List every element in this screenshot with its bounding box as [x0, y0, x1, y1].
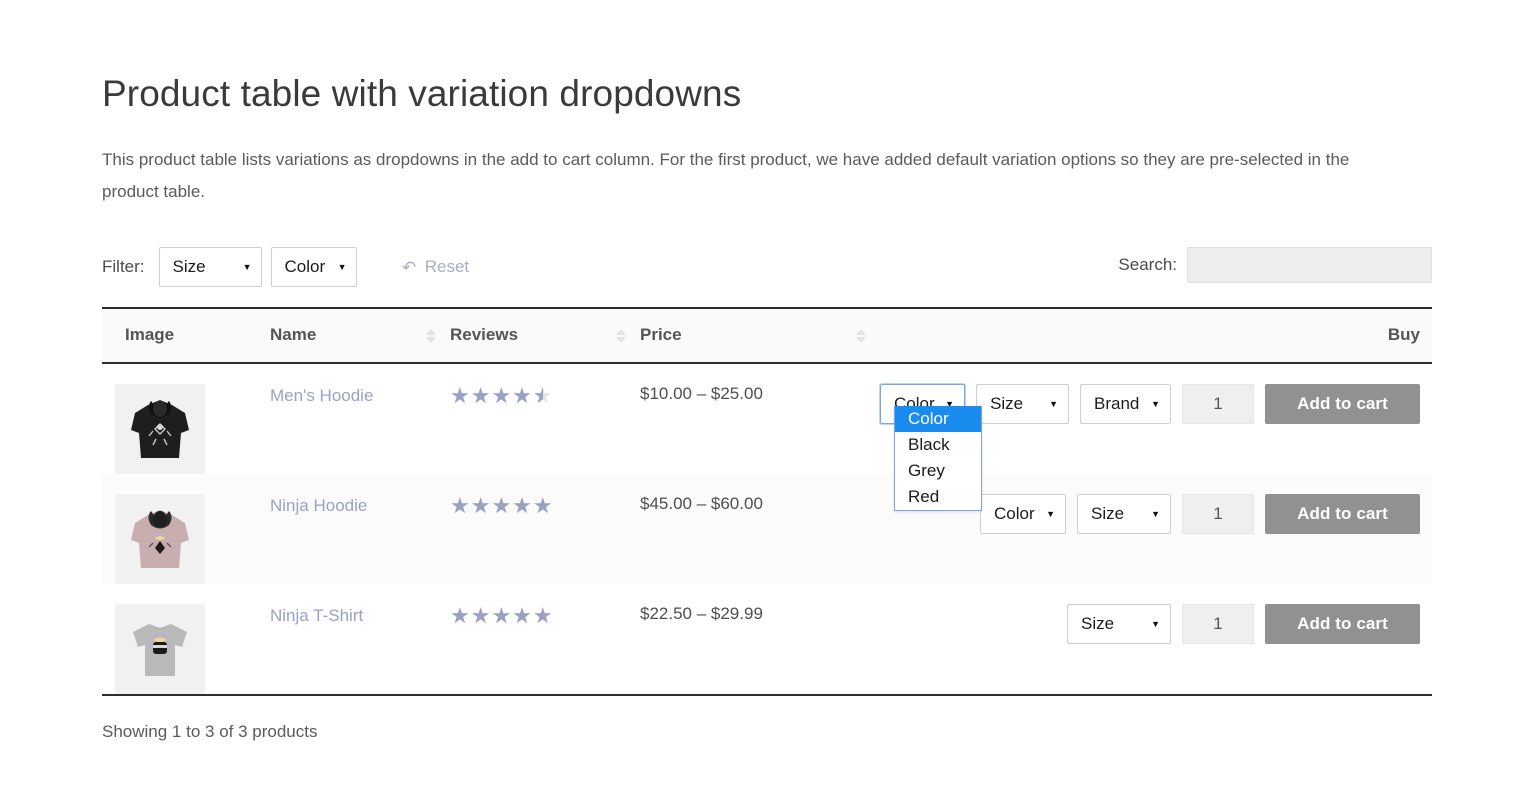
column-header-image: Image — [102, 309, 270, 363]
column-header-reviews[interactable]: Reviews — [450, 309, 640, 363]
cell-price: $45.00 – $60.00 — [640, 474, 880, 584]
grey-tshirt-icon — [115, 604, 205, 694]
undo-icon: ↷ — [402, 259, 416, 276]
table-row: Ninja Hoodie ★★★★★ ★★★★★ — [102, 474, 1432, 584]
chevron-down-icon: ▼ — [1151, 510, 1160, 519]
filter-label: Filter: — [102, 257, 145, 277]
page-intro: This product table lists variations as d… — [102, 116, 1370, 207]
row-2-add-to-cart-button[interactable]: Add to cart — [1265, 494, 1420, 534]
black-hoodie-icon — [115, 384, 205, 474]
pink-hoodie-icon — [115, 494, 205, 584]
search-group: Search: — [1118, 247, 1432, 283]
sort-arrows-icon[interactable] — [856, 329, 866, 343]
table-head: Image Name Reviews Price — [102, 309, 1432, 363]
row-1-brand-select-label: Brand — [1094, 394, 1139, 414]
product-price: $10.00 – $25.00 — [640, 382, 763, 403]
filter-group: Filter: Size ▼ Color ▼ ↷ Reset — [102, 247, 469, 287]
page-content: Product table with variation dropdowns T… — [102, 0, 1432, 742]
row-2-color-select-label: Color — [994, 504, 1035, 524]
dropdown-option-black[interactable]: Black — [895, 432, 981, 458]
reset-label: Reset — [425, 257, 469, 277]
cell-name: Ninja Hoodie — [270, 474, 450, 584]
product-table: Image Name Reviews Price — [102, 309, 1432, 694]
table-row: Men's Hoodie ★★★★★ ★★★★★ — [102, 363, 1432, 474]
cell-price: $22.50 – $29.99 — [640, 584, 880, 694]
filter-select-size[interactable]: Size ▼ — [159, 247, 262, 287]
column-header-buy: Buy — [880, 309, 1432, 363]
column-header-reviews-label: Reviews — [450, 325, 518, 344]
row-3-add-to-cart-button[interactable]: Add to cart — [1265, 604, 1420, 644]
rating-stars: ★★★★★ ★★★★★ — [450, 384, 554, 407]
search-input[interactable] — [1187, 247, 1432, 283]
product-thumbnail[interactable] — [115, 384, 205, 474]
table-row: Ninja T-Shirt ★★★★★ ★★★★★ — [102, 584, 1432, 694]
product-table-wrapper: Image Name Reviews Price — [102, 307, 1432, 696]
cell-reviews: ★★★★★ ★★★★★ — [450, 584, 640, 694]
rating-stars-filled: ★★★★★ — [450, 605, 554, 627]
row-1-brand-select[interactable]: Brand ▼ — [1080, 384, 1171, 424]
column-header-image-label: Image — [125, 325, 174, 344]
rating-stars-filled: ★★★★★ — [450, 495, 554, 517]
row-2-quantity-input[interactable] — [1182, 494, 1254, 534]
results-count: Showing 1 to 3 of 3 products — [102, 722, 1432, 742]
row-3-size-select[interactable]: Size ▼ — [1067, 604, 1171, 644]
row-2-color-select[interactable]: Color ▼ — [980, 494, 1066, 534]
chevron-down-icon: ▼ — [1151, 400, 1160, 409]
table-header-row: Image Name Reviews Price — [102, 309, 1432, 363]
table-body: Men's Hoodie ★★★★★ ★★★★★ — [102, 363, 1432, 694]
page-title: Product table with variation dropdowns — [102, 0, 1432, 116]
row-1-quantity-input[interactable] — [1182, 384, 1254, 424]
table-controls: Filter: Size ▼ Color ▼ ↷ Reset Search: — [102, 247, 1432, 289]
row-2-size-select-label: Size — [1091, 504, 1124, 524]
sort-arrows-icon[interactable] — [616, 329, 626, 343]
product-thumbnail[interactable] — [115, 494, 205, 584]
filter-select-size-label: Size — [173, 257, 206, 277]
column-header-price-label: Price — [640, 325, 682, 344]
filter-select-color-label: Color — [285, 257, 326, 277]
chevron-down-icon: ▼ — [338, 263, 347, 272]
product-price: $45.00 – $60.00 — [640, 492, 763, 513]
reset-filters-button[interactable]: ↷ Reset — [402, 257, 470, 277]
dropdown-option-red[interactable]: Red — [895, 484, 981, 510]
row-1-add-to-cart-button[interactable]: Add to cart — [1265, 384, 1420, 424]
cell-reviews: ★★★★★ ★★★★★ — [450, 474, 640, 584]
dropdown-option-grey[interactable]: Grey — [895, 458, 981, 484]
column-header-name-label: Name — [270, 325, 316, 344]
cell-name: Ninja T-Shirt — [270, 584, 450, 694]
product-link[interactable]: Ninja T-Shirt — [270, 604, 363, 626]
chevron-down-icon: ▼ — [1046, 510, 1055, 519]
cell-price: $10.00 – $25.00 — [640, 363, 880, 474]
add-to-cart-group: Size ▼ Add to cart — [880, 604, 1432, 644]
rating-stars: ★★★★★ ★★★★★ — [450, 604, 554, 627]
column-header-buy-label: Buy — [1388, 325, 1420, 344]
row-3-size-select-label: Size — [1081, 614, 1114, 634]
cell-image — [102, 584, 270, 694]
product-table-page: Product table with variation dropdowns T… — [0, 0, 1540, 800]
sort-arrows-icon[interactable] — [426, 329, 436, 343]
color-dropdown-options[interactable]: Color Black Grey Red — [894, 406, 982, 511]
search-label: Search: — [1118, 255, 1177, 275]
dropdown-option-color[interactable]: Color — [895, 406, 981, 432]
cell-image — [102, 363, 270, 474]
rating-stars: ★★★★★ ★★★★★ — [450, 494, 554, 517]
column-header-name[interactable]: Name — [270, 309, 450, 363]
product-link[interactable]: Ninja Hoodie — [270, 494, 367, 516]
product-link[interactable]: Men's Hoodie — [270, 384, 373, 406]
product-price: $22.50 – $29.99 — [640, 602, 763, 623]
product-thumbnail[interactable] — [115, 604, 205, 694]
chevron-down-icon: ▼ — [243, 263, 252, 272]
filter-select-color[interactable]: Color ▼ — [271, 247, 357, 287]
cell-name: Men's Hoodie — [270, 363, 450, 474]
row-1-size-select[interactable]: Size ▼ — [976, 384, 1069, 424]
rating-stars-filled: ★★★★★ — [450, 385, 543, 407]
cell-buy: Size ▼ Add to cart — [880, 584, 1432, 694]
chevron-down-icon: ▼ — [1151, 620, 1160, 629]
column-header-price[interactable]: Price — [640, 309, 880, 363]
cell-reviews: ★★★★★ ★★★★★ — [450, 363, 640, 474]
chevron-down-icon: ▼ — [1049, 400, 1058, 409]
cell-image — [102, 474, 270, 584]
row-1-size-select-label: Size — [990, 394, 1023, 414]
row-3-quantity-input[interactable] — [1182, 604, 1254, 644]
row-2-size-select[interactable]: Size ▼ — [1077, 494, 1171, 534]
